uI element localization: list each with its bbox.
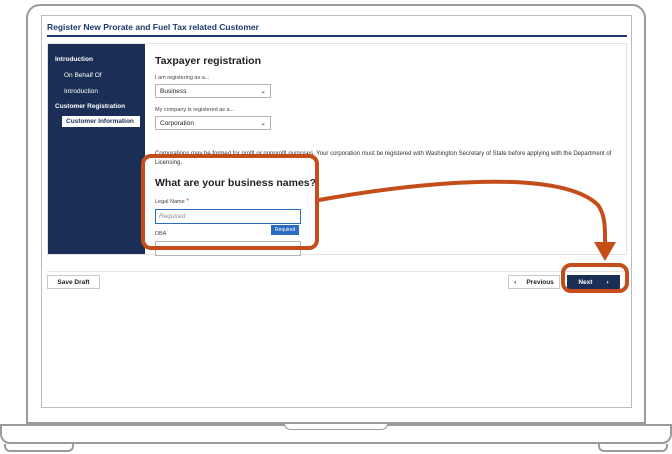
- chevron-down-icon: ⌄: [260, 88, 266, 95]
- sidebar-item-on-behalf-of[interactable]: On Behalf Of: [64, 72, 102, 79]
- sidebar: Introduction On Behalf Of Introduction C…: [48, 44, 145, 254]
- company-type-label: My company is registered as a...: [155, 107, 235, 113]
- previous-button[interactable]: ‹ Previous: [508, 275, 560, 289]
- laptop-foot-right: [598, 444, 668, 452]
- sidebar-item-customer-registration[interactable]: Customer Registration: [55, 103, 125, 110]
- next-button-callout: [561, 263, 629, 293]
- title-divider: [47, 35, 627, 37]
- chevron-left-icon: ‹: [514, 278, 517, 286]
- sidebar-item-introduction[interactable]: Introduction: [64, 88, 98, 95]
- registering-as-value: Business: [160, 88, 187, 95]
- registering-as-label: I am registering as a...: [155, 75, 210, 81]
- form-footer: Save Draft ‹ Previous Next ›: [47, 271, 627, 292]
- sidebar-item-introduction-section[interactable]: Introduction: [55, 56, 93, 63]
- company-type-select[interactable]: Corporation ⌄: [155, 116, 271, 130]
- save-draft-button[interactable]: Save Draft: [47, 275, 100, 289]
- app-window: Register New Prorate and Fuel Tax relate…: [41, 15, 632, 408]
- laptop-notch: [284, 424, 388, 430]
- laptop-foot-left: [4, 444, 74, 452]
- registering-as-select[interactable]: Business ⌄: [155, 84, 271, 98]
- page-title: Register New Prorate and Fuel Tax relate…: [47, 22, 259, 32]
- content-panel: Introduction On Behalf Of Introduction C…: [47, 43, 627, 256]
- form-title: Taxpayer registration: [155, 55, 262, 67]
- sidebar-item-customer-information[interactable]: Customer Information: [62, 116, 140, 127]
- chevron-down-icon: ⌄: [260, 120, 266, 127]
- company-type-value: Corporation: [160, 120, 194, 127]
- business-names-callout: [141, 154, 319, 250]
- previous-button-label: Previous: [526, 278, 554, 286]
